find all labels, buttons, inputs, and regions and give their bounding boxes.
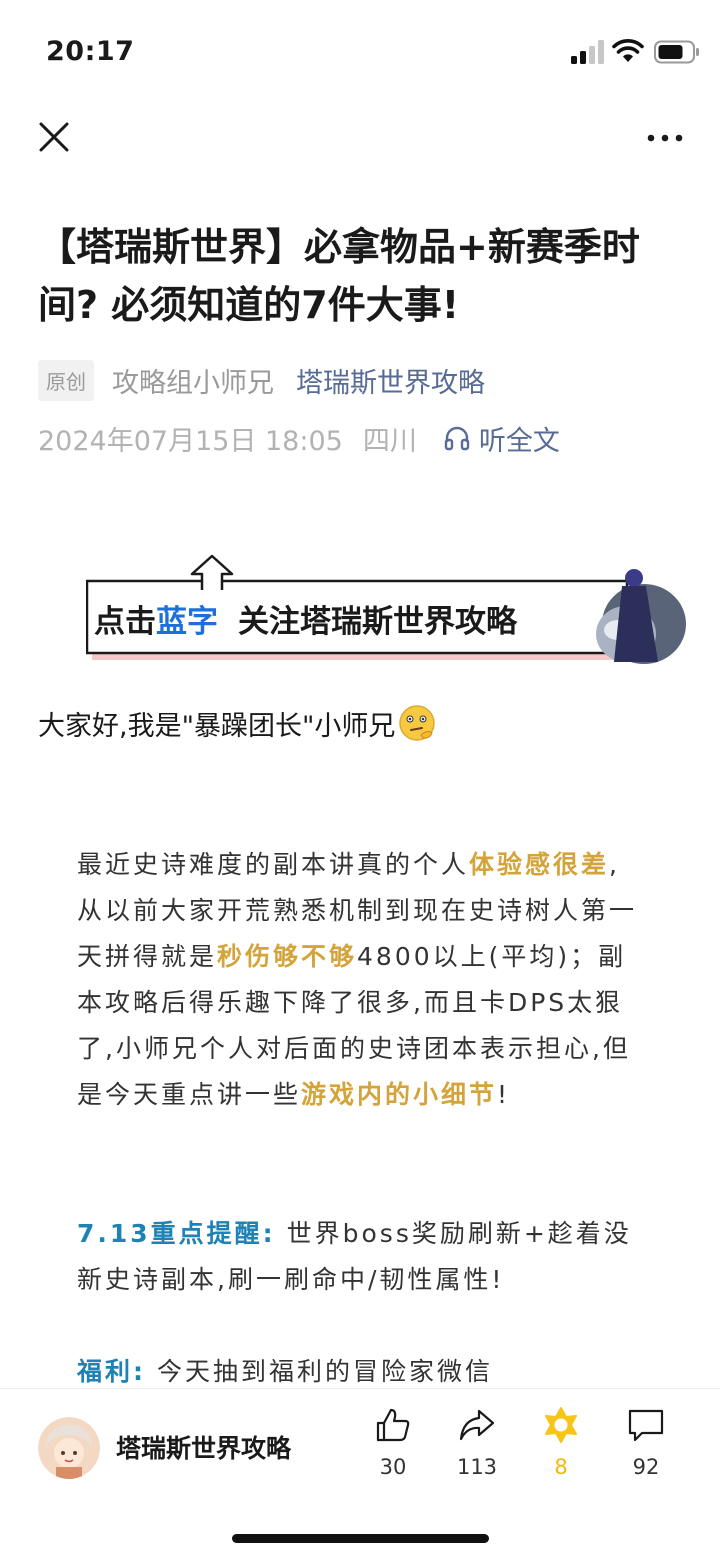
headphone-icon [444,426,470,451]
para1-highlight-2: 秒伤够不够 [217,942,358,971]
status-time: 20:17 [46,36,135,67]
share-button[interactable]: 113 [442,1405,512,1479]
wifi-icon [612,39,644,62]
comment-bubble-icon [628,1409,664,1442]
publish-location: 四川 [362,425,417,457]
para1-highlight-3: 游戏内的小细节 [301,1080,498,1109]
account-link[interactable]: 塔瑞斯世界攻略 [296,361,485,400]
share-arrow-icon [459,1409,495,1441]
status-bar: 20:17 [0,0,720,100]
follow-banner[interactable]: 点击蓝字 关注塔瑞斯世界攻略 [86,552,686,668]
article-paragraph-2: 7.13重点提醒: 世界boss奖励刷新+趁着没新史诗副本,刷一刷命中/韧性属性… [77,1211,643,1303]
article-meta-date: 2024年07月15日 18:05 四川 听全文 [38,418,560,458]
home-indicator[interactable] [232,1534,489,1543]
greeting-text: 大家好,我是"暴躁团长"小师兄 [38,710,396,742]
banner-follow-text: 关注塔瑞斯世界攻略 [238,604,517,640]
wow-count: 8 [554,1455,568,1479]
reminder-label: 7.13重点提醒: [77,1219,276,1248]
para1-highlight-1: 体验感很差 [469,850,610,879]
thinking-face-emoji-icon [399,705,436,741]
share-count: 113 [456,1455,498,1479]
thumbs-up-icon [376,1408,410,1442]
author-name: 攻略组小师兄 [112,367,274,399]
welfare-label: 福利: [77,1357,146,1386]
listen-button[interactable]: 听全文 [443,419,560,458]
like-count: 30 [379,1455,407,1479]
publish-datetime: 2024年07月15日 18:05 [38,425,343,457]
listen-label: 听全文 [478,425,560,457]
flower-star-icon [545,1407,577,1443]
article-title: 【塔瑞斯世界】必拿物品+新赛季时间? 必须知道的7件大事! [38,225,640,327]
comment-button[interactable]: 92 [611,1405,681,1479]
welfare-text: 今天抽到福利的冒险家微信 [146,1357,493,1386]
close-icon[interactable] [34,117,74,157]
article-paragraph-1: 最近史诗难度的副本讲真的个人体验感很差,从以前大家开荒熟悉机制到现在史诗树人第一… [77,842,643,1118]
comment-count: 92 [632,1455,660,1479]
account-avatar[interactable] [38,1417,100,1479]
like-button[interactable]: 30 [358,1405,428,1479]
article-meta: 原创 攻略组小师兄 塔瑞斯世界攻略 [38,359,485,401]
greeting-line: 大家好,我是"暴躁团长"小师兄 [38,703,437,743]
cellular-signal-icon [571,40,604,64]
battery-icon [654,40,699,64]
bottom-account-name[interactable]: 塔瑞斯世界攻略 [116,1429,291,1465]
banner-blue-word: 蓝字 [156,604,218,640]
more-dots-icon[interactable] [640,118,690,158]
wow-button[interactable]: 8 [526,1405,596,1479]
original-tag: 原创 [38,359,94,401]
para1-text-4: ! [497,1080,511,1109]
banner-prefix: 点击 [94,604,156,640]
para1-text-1: 最近史诗难度的副本讲真的个人 [77,850,470,879]
